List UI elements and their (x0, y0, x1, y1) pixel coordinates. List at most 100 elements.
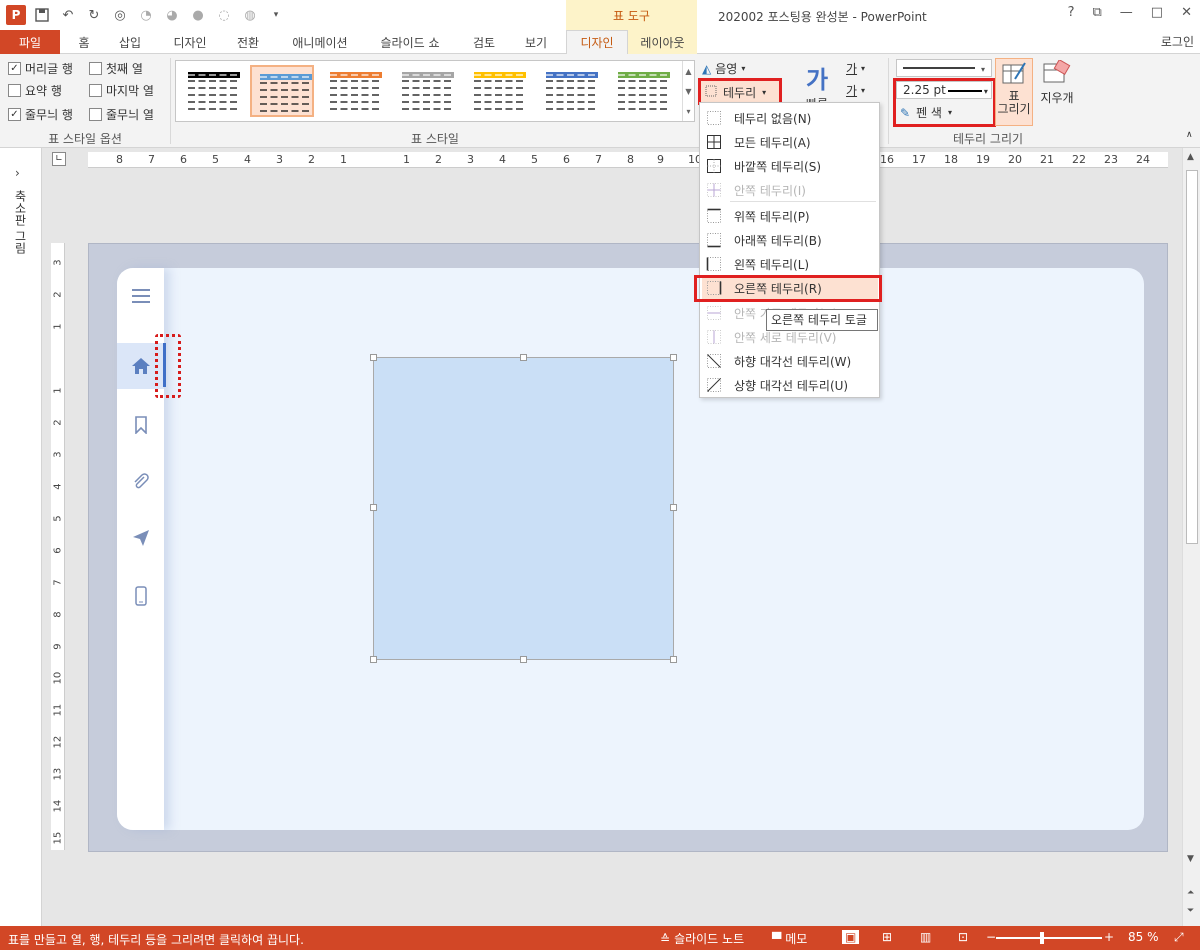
present-icon[interactable]: ◎ (110, 5, 130, 25)
menu-item-outside-borders[interactable]: 바깥쪽 테두리(S) (702, 154, 878, 178)
normal-view-icon[interactable]: ▣ (842, 930, 860, 944)
resize-handle[interactable] (520, 354, 527, 361)
vertical-scrollbar[interactable]: ▲ ▼ ⏶ ⏷ (1182, 148, 1200, 926)
slide-sorter-icon[interactable]: ⊞ (882, 930, 892, 944)
minimize-button[interactable]: — (1120, 5, 1133, 20)
previous-slide-icon[interactable]: ⏶ (1187, 888, 1194, 898)
comments-button[interactable]: ▀ 메모 (772, 930, 807, 947)
customize-qat-icon[interactable]: ▾ (266, 5, 286, 25)
ruler-tick-label: 2 (52, 291, 64, 298)
resize-handle[interactable] (520, 656, 527, 663)
shape-icon-4[interactable]: ◌ (214, 5, 234, 25)
table-style-swatch[interactable] (466, 65, 530, 117)
menu-item-left-border[interactable]: 왼쪽 테두리(L) (702, 252, 878, 276)
zoom-out-icon[interactable]: − (986, 930, 996, 944)
hamburger-menu-icon[interactable] (117, 276, 164, 316)
line-style-dropdown[interactable]: ▾ (896, 59, 992, 77)
redo-icon[interactable]: ↻ (84, 5, 104, 25)
resize-handle[interactable] (370, 354, 377, 361)
ruler-tick-label: 2 (435, 153, 442, 166)
shape-icon-2[interactable]: ◕ (162, 5, 182, 25)
tab-insert[interactable]: 삽입 (110, 30, 150, 54)
checkbox-banded-rows[interactable]: ✓ 줄무늬 행 (8, 106, 73, 123)
restore-button[interactable]: □ (1151, 5, 1163, 20)
tab-design[interactable]: 디자인 (162, 30, 218, 54)
tab-file[interactable]: 파일 (0, 30, 60, 54)
resize-handle[interactable] (670, 656, 677, 663)
text-outline-button[interactable]: 가 ▾ (846, 82, 865, 99)
tab-view[interactable]: 보기 (514, 30, 558, 54)
table-style-swatch[interactable] (180, 65, 244, 117)
tab-table-design[interactable]: 디자인 (566, 30, 628, 54)
table-style-swatch[interactable] (610, 65, 674, 117)
close-button[interactable]: ✕ (1181, 5, 1192, 20)
ribbon-display-icon[interactable]: ⧉ (1093, 5, 1102, 20)
tab-transitions[interactable]: 전환 (226, 30, 270, 54)
save-icon[interactable] (32, 5, 52, 25)
gallery-down-icon[interactable]: ▼ (685, 87, 691, 96)
send-icon[interactable] (117, 518, 164, 558)
zoom-slider-knob[interactable] (1040, 932, 1044, 944)
menu-item-all-borders[interactable]: 모든 테두리(A) (702, 130, 878, 154)
tab-home[interactable]: 홈 (64, 30, 104, 54)
notes-button[interactable]: ≙ 슬라이드 노트 (660, 930, 744, 947)
menu-item-diagonal-down-border[interactable]: 하향 대각선 테두리(W) (702, 349, 878, 373)
table-style-swatch[interactable] (538, 65, 602, 117)
bookmark-icon[interactable] (117, 405, 164, 445)
table-style-swatch[interactable] (322, 65, 386, 117)
checkbox-header-row[interactable]: ✓ 머리글 행 (8, 60, 73, 77)
menu-item-top-border[interactable]: 위쪽 테두리(P) (702, 204, 878, 228)
collapse-ribbon-icon[interactable]: ∧ (1186, 130, 1193, 140)
shape-icon-3[interactable]: ● (188, 5, 208, 25)
eraser-button[interactable]: 지우개 (1036, 58, 1078, 126)
expand-thumbnails-icon[interactable]: › (15, 166, 20, 180)
menu-item-bottom-border[interactable]: 아래쪽 테두리(B) (702, 228, 878, 252)
checkbox-banded-columns[interactable]: 줄무늬 열 (89, 106, 154, 123)
tab-stop-selector[interactable]: ∟ (52, 152, 66, 166)
vertical-ruler[interactable]: 3 2 1 1 2 3 4 5 6 7 8 9 10 11 12 13 14 15 (51, 243, 65, 850)
checkbox-last-column[interactable]: 마지막 열 (89, 82, 154, 99)
resize-handle[interactable] (670, 354, 677, 361)
table-style-swatch-selected[interactable] (250, 65, 314, 117)
zoom-in-icon[interactable]: + (1104, 930, 1114, 944)
ruler-tick-label: 2 (52, 419, 64, 426)
table-style-gallery: ▲ ▼ ▾ (175, 60, 695, 122)
text-fill-button[interactable]: 가 ▾ (846, 60, 865, 77)
paperclip-icon[interactable] (117, 462, 164, 502)
gallery-scrollbar[interactable]: ▲ ▼ ▾ (682, 61, 694, 121)
gallery-up-icon[interactable]: ▲ (685, 67, 691, 76)
powerpoint-logo-icon[interactable]: P (6, 5, 26, 25)
tab-animations[interactable]: 애니메이션 (280, 30, 360, 54)
scroll-thumb[interactable] (1186, 170, 1198, 544)
selected-table[interactable] (373, 357, 674, 660)
shape-icon-1[interactable]: ◔ (136, 5, 156, 25)
menu-item-no-border[interactable]: 테두리 없음(N) (702, 106, 878, 130)
scroll-down-icon[interactable]: ▼ (1187, 854, 1194, 864)
undo-icon[interactable]: ↶ (58, 5, 78, 25)
checkbox-total-row[interactable]: 요약 행 (8, 82, 62, 99)
menu-item-diagonal-up-border[interactable]: 상향 대각선 테두리(U) (702, 373, 878, 397)
resize-handle[interactable] (370, 504, 377, 511)
shape-icon-5[interactable]: ◍ (240, 5, 260, 25)
reading-view-icon[interactable]: ▥ (920, 930, 931, 944)
draw-table-button[interactable]: 표 그리기 (995, 58, 1033, 126)
fit-slide-icon[interactable]: ⤢ (1174, 930, 1184, 945)
tab-review[interactable]: 검토 (462, 30, 506, 54)
scroll-up-icon[interactable]: ▲ (1187, 152, 1194, 162)
checkbox-first-column[interactable]: 첫째 열 (89, 60, 143, 77)
resize-handle[interactable] (670, 504, 677, 511)
table-style-swatch[interactable] (394, 65, 458, 117)
zoom-level[interactable]: 85 % (1128, 930, 1159, 944)
tab-table-layout[interactable]: 레이아웃 (628, 30, 697, 54)
help-button[interactable]: ? (1068, 5, 1075, 20)
gallery-more-icon[interactable]: ▾ (686, 107, 690, 116)
shading-button[interactable]: ◭ 음영 ▾ (702, 60, 745, 77)
slideshow-view-icon[interactable]: ⊡ (958, 930, 968, 944)
mobile-icon[interactable] (117, 576, 164, 616)
login-link[interactable]: 로그인 (1161, 33, 1194, 50)
horizontal-ruler[interactable]: 8765432112345678910111213141516171819202… (88, 152, 1168, 168)
tab-slideshow[interactable]: 슬라이드 쇼 (368, 30, 452, 54)
zoom-slider[interactable] (996, 937, 1102, 939)
next-slide-icon[interactable]: ⏷ (1187, 906, 1194, 916)
resize-handle[interactable] (370, 656, 377, 663)
